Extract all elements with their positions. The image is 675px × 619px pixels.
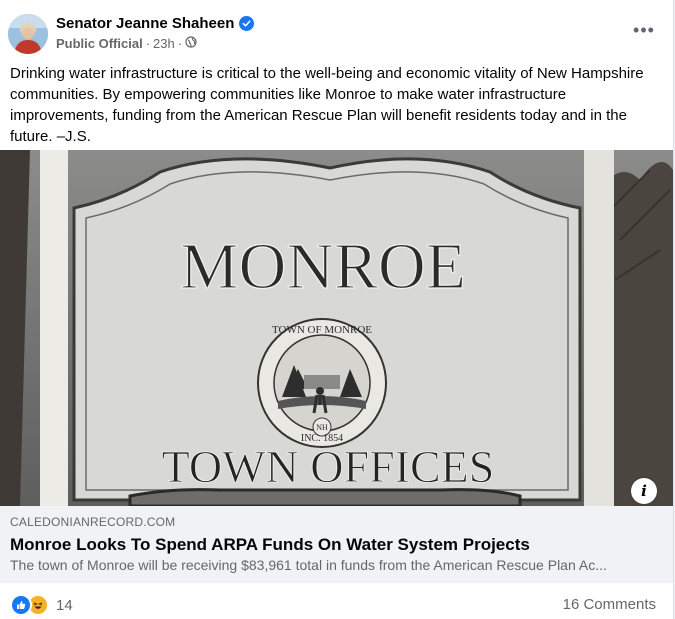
post-meta: Public Official · 23h · (56, 36, 197, 51)
reaction-count: 14 (56, 596, 73, 614)
author-name[interactable]: Senator Jeanne Shaheen (56, 15, 234, 32)
meta-separator: · (145, 36, 151, 51)
info-icon: i (641, 482, 647, 500)
post-image[interactable]: MONROE TOWN OF MONROE INC. 1854 NH TOWN … (0, 150, 673, 506)
meta-separator: · (177, 36, 183, 51)
sign-title: MONROE (180, 230, 466, 303)
author-badge: Public Official (56, 36, 143, 51)
more-icon: ••• (633, 19, 655, 40)
post-card: Senator Jeanne Shaheen Public Official ·… (0, 0, 674, 619)
reactions-summary[interactable]: 14 (10, 594, 73, 616)
sign-subtitle: TOWN OFFICES (162, 441, 495, 492)
post-footer: 14 16 Comments (0, 583, 673, 619)
link-preview[interactable]: CALEDONIANRECORD.COM Monroe Looks To Spe… (0, 506, 673, 583)
link-domain: CALEDONIANRECORD.COM (10, 515, 176, 529)
comments-count-link[interactable]: 16 Comments (563, 596, 656, 613)
link-headline[interactable]: Monroe Looks To Spend ARPA Funds On Wate… (10, 535, 530, 555)
post-body: Drinking water infrastructure is critica… (10, 65, 644, 145)
avatar[interactable] (8, 14, 48, 54)
seal-top-text: TOWN OF MONROE (272, 324, 372, 336)
post-timestamp[interactable]: 23h (153, 36, 175, 51)
info-button[interactable]: i (631, 478, 657, 504)
more-options-button[interactable]: ••• (630, 20, 658, 40)
post-header: Senator Jeanne Shaheen Public Official ·… (8, 12, 668, 56)
link-description: The town of Monroe will be receiving $83… (10, 557, 607, 573)
like-icon (10, 594, 32, 616)
seal-state-text: NH (316, 423, 328, 432)
verified-badge-icon (239, 16, 255, 31)
globe-icon (185, 36, 197, 51)
